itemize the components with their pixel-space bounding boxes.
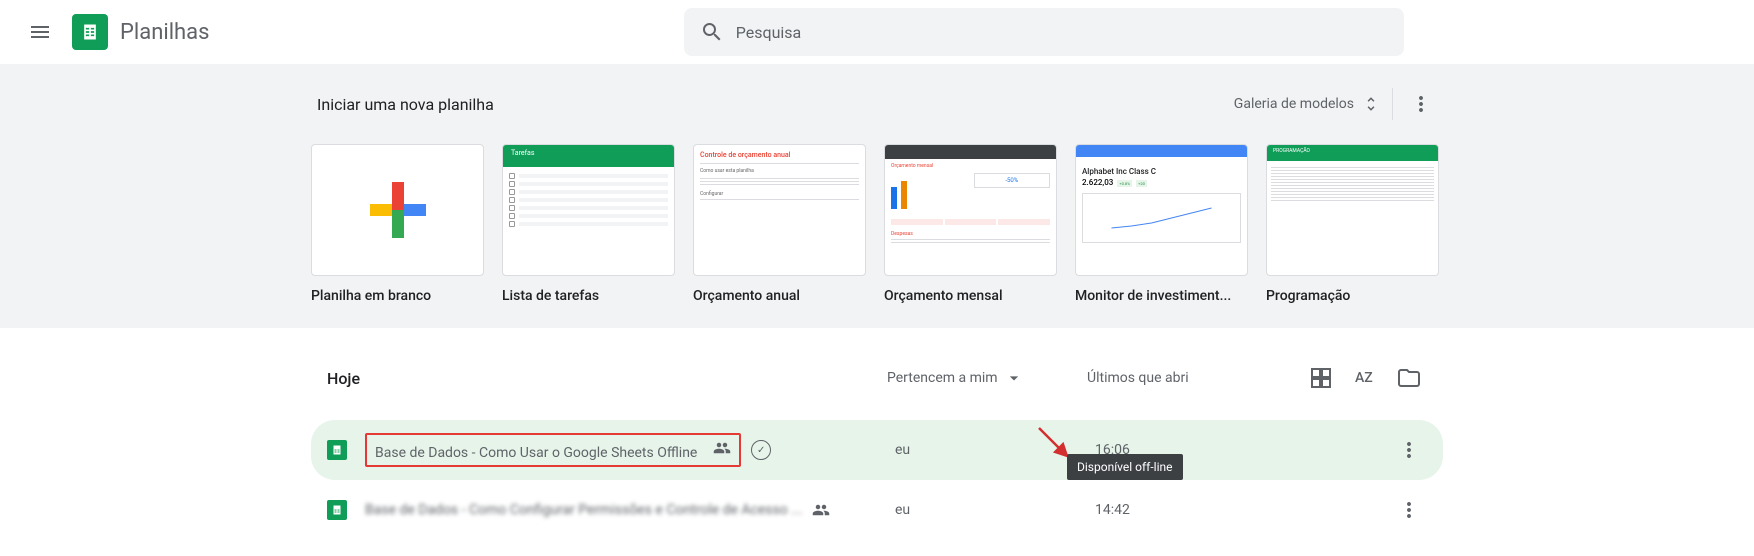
search-input[interactable] (736, 23, 1388, 42)
shared-icon (812, 501, 830, 519)
grid-icon (1309, 366, 1333, 390)
unfold-icon (1362, 95, 1380, 113)
templates-section: Iniciar uma nova planilha Galeria de mod… (0, 64, 1754, 328)
search-container (349, 8, 1738, 56)
file-owner: eu (895, 502, 1095, 518)
sheets-file-icon (327, 440, 347, 460)
template-gallery-button[interactable]: Galeria de modelos (1234, 95, 1380, 113)
templates-more-button[interactable] (1405, 88, 1437, 120)
file-row[interactable]: Base de Dados - Como Configurar Permissõ… (311, 480, 1443, 540)
sheets-logo[interactable] (72, 14, 108, 50)
plus-multicolor-icon (370, 182, 426, 238)
offline-available-icon: ✓ (751, 440, 771, 460)
folder-icon (1397, 366, 1421, 390)
template-blank[interactable]: Planilha em branco (311, 144, 484, 304)
file-row[interactable]: Base de Dados - Como Usar o Google Sheet… (311, 420, 1443, 480)
templates-title: Iniciar uma nova planilha (317, 95, 494, 114)
template-schedule[interactable]: PROGRAMAÇÃO Programação (1266, 144, 1439, 304)
templates-grid: Planilha em branco Tarefas Lista de tare… (311, 144, 1443, 304)
grid-view-button[interactable] (1303, 360, 1339, 396)
more-vert-icon (1397, 498, 1421, 522)
shared-icon (713, 439, 731, 457)
sort-button[interactable]: AZ (1347, 360, 1383, 396)
template-label: Programação (1266, 288, 1439, 304)
template-investment[interactable]: Alphabet Inc Class C2.622,03+0.8%+20 Mon… (1075, 144, 1248, 304)
sheets-file-icon (327, 500, 347, 520)
files-header: Hoje Pertencem a mim Últimos que abri AZ (311, 352, 1443, 404)
search-box[interactable] (684, 8, 1404, 56)
file-more-button[interactable] (1391, 432, 1427, 468)
templates-header: Iniciar uma nova planilha Galeria de mod… (311, 80, 1443, 128)
template-label: Planilha em branco (311, 288, 484, 304)
file-owner: eu (895, 442, 1095, 458)
template-label: Monitor de investiment... (1075, 288, 1248, 304)
folder-button[interactable] (1391, 360, 1427, 396)
sheets-logo-icon (80, 22, 100, 42)
template-label: Lista de tarefas (502, 288, 675, 304)
more-vert-icon (1409, 92, 1433, 116)
dropdown-icon (1004, 368, 1024, 388)
hamburger-icon (28, 20, 52, 44)
last-opened-label: Últimos que abri (1087, 370, 1287, 386)
svg-text:AZ: AZ (1355, 370, 1373, 386)
owner-filter-label: Pertencem a mim (887, 370, 998, 386)
template-monthly-budget[interactable]: Orçamento mensal-50%Despesas Orçamento m… (884, 144, 1057, 304)
template-annual-budget[interactable]: Controle de orçamento anualComo usar est… (693, 144, 866, 304)
more-vert-icon (1397, 438, 1421, 462)
file-time: 14:42 (1095, 502, 1295, 518)
owner-filter-dropdown[interactable]: Pertencem a mim (887, 368, 1087, 388)
sort-az-icon: AZ (1353, 366, 1377, 390)
files-section-title: Hoje (327, 369, 887, 388)
search-icon (700, 20, 724, 44)
app-header: Planilhas (0, 0, 1754, 64)
template-label: Orçamento mensal (884, 288, 1057, 304)
file-more-button[interactable] (1391, 492, 1427, 528)
divider (1392, 88, 1393, 120)
template-todo[interactable]: Tarefas Lista de tarefas (502, 144, 675, 304)
template-label: Orçamento anual (693, 288, 866, 304)
app-name: Planilhas (120, 20, 209, 45)
file-name: Base de Dados - Como Usar o Google Sheet… (375, 445, 697, 461)
files-section: Hoje Pertencem a mim Últimos que abri AZ… (311, 328, 1443, 540)
gallery-label: Galeria de modelos (1234, 96, 1354, 112)
file-name: Base de Dados - Como Configurar Permissõ… (365, 502, 802, 518)
annotation-highlight-box: Base de Dados - Como Usar o Google Sheet… (365, 433, 741, 467)
main-menu-button[interactable] (16, 8, 64, 56)
offline-tooltip: Disponível off-line (1067, 454, 1183, 480)
